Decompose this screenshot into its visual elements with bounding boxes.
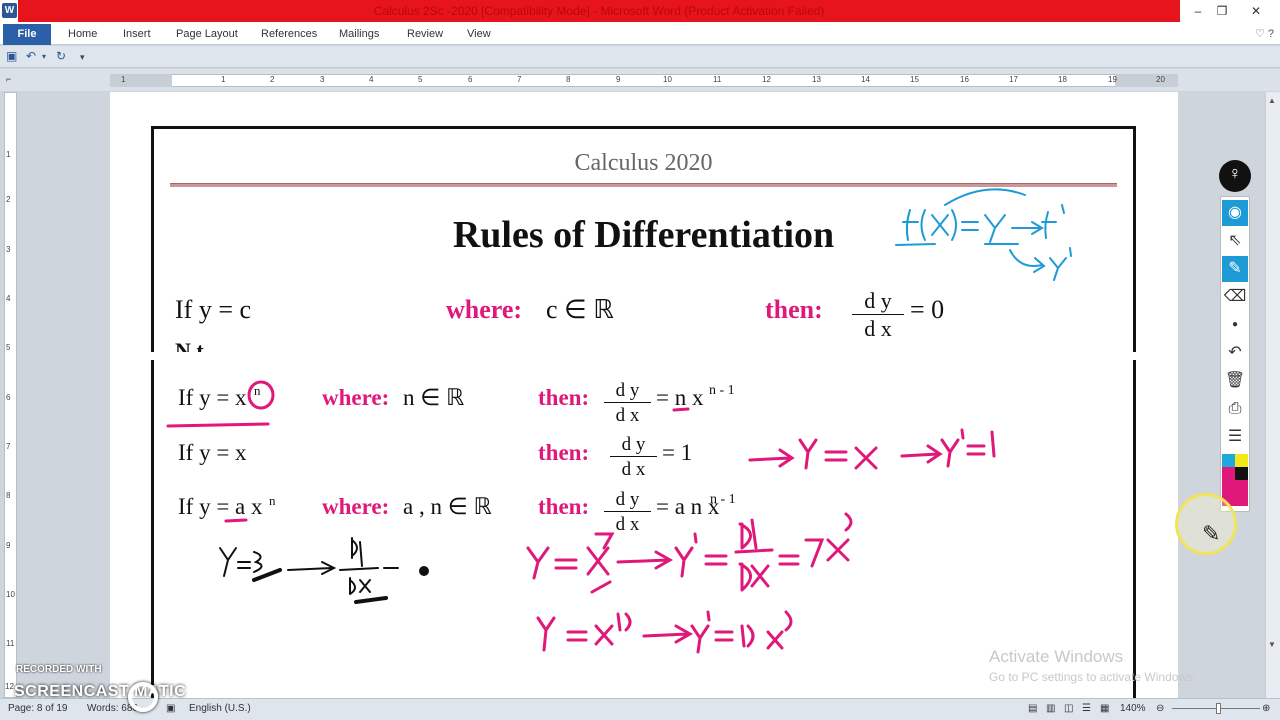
zoom-level[interactable]: 140% xyxy=(1120,703,1146,714)
color-cyan-swatch[interactable] xyxy=(1222,454,1235,467)
scroll-down-icon[interactable]: ▼ xyxy=(1268,640,1276,649)
screencast-logo-icon xyxy=(128,682,158,712)
full-screen-icon[interactable]: ▥ xyxy=(1046,703,1055,714)
clipboard-icon[interactable]: ☰ xyxy=(1222,424,1248,450)
camera-icon[interactable]: ⎙ xyxy=(1222,396,1248,422)
blue-ink-note xyxy=(895,188,1072,281)
zoom-in-icon[interactable]: ⊕ xyxy=(1262,703,1270,714)
recorded-with-label: RECORDED WITH xyxy=(16,664,102,675)
scroll-up-icon[interactable]: ▲ xyxy=(1268,96,1276,105)
eye-icon[interactable]: ◉ xyxy=(1222,200,1248,226)
undo-stroke-icon[interactable]: ↶ xyxy=(1222,340,1248,366)
eraser-icon[interactable]: ⌫ xyxy=(1222,284,1248,310)
pen-icon[interactable]: ✎ xyxy=(1222,256,1248,282)
zoom-out-icon[interactable]: ⊖ xyxy=(1156,703,1164,714)
color-magenta-swatch[interactable] xyxy=(1222,467,1235,480)
pink-ink-notes xyxy=(166,380,996,654)
vertical-scrollbar[interactable] xyxy=(1265,92,1280,698)
color-black-swatch[interactable] xyxy=(1235,467,1248,480)
web-layout-icon[interactable]: ◫ xyxy=(1064,703,1073,714)
pointer-icon[interactable]: ⇖ xyxy=(1222,228,1248,254)
activate-windows-title: Activate Windows xyxy=(989,647,1124,666)
trash-icon[interactable]: 🗑 xyxy=(1222,368,1248,394)
print-layout-icon[interactable]: ▤ xyxy=(1028,703,1037,714)
outline-icon[interactable]: ☰ xyxy=(1082,703,1091,714)
zoom-slider-thumb[interactable] xyxy=(1216,703,1221,714)
ink-annotations xyxy=(166,188,1072,654)
pencil-cursor-icon: ✎ xyxy=(1202,521,1221,546)
color-yellow-swatch[interactable] xyxy=(1235,454,1248,467)
activate-windows-subtitle: Go to PC settings to activate Windows. xyxy=(989,670,1197,684)
bulb-glyph-icon: ♀ xyxy=(1228,163,1242,183)
proofing-icon[interactable]: ▣ xyxy=(166,703,175,714)
language[interactable]: English (U.S.) xyxy=(189,703,251,714)
black-ink-note xyxy=(219,537,429,604)
page-count[interactable]: Page: 8 of 19 xyxy=(8,703,68,714)
screencast-brand: SCREENCAST MATIC xyxy=(14,683,187,700)
draft-icon[interactable]: ▦ xyxy=(1100,703,1109,714)
dot-size-icon[interactable]: ● xyxy=(1222,312,1248,338)
word-window: { "window": { "title": "Calculus 2Sc -20… xyxy=(0,0,1280,720)
